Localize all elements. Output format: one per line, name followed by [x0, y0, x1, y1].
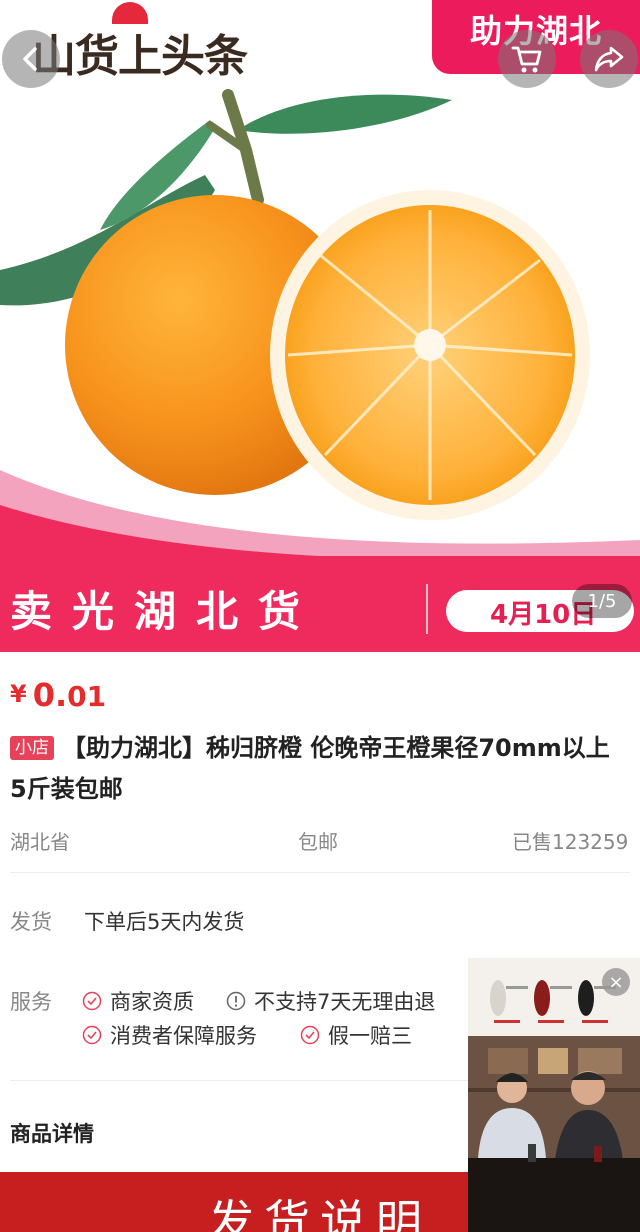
cart-button[interactable]	[498, 30, 556, 88]
product-title-block: 小店 【助力湖北】秭归脐橙 伦晚帝王橙果径70mm以上 5斤装包邮	[10, 728, 610, 810]
service-label: 服务	[10, 990, 52, 1014]
price-integer: 0.	[32, 676, 68, 714]
product-title: 【助力湖北】秭归脐橙 伦晚帝王橙果径70mm以上 5斤装包邮	[10, 734, 610, 803]
check-circle-icon	[82, 1025, 102, 1045]
service-item-label: 假一赔三	[328, 1024, 412, 1048]
back-button[interactable]	[2, 30, 60, 88]
brand-logo: 山货上头条	[32, 31, 248, 82]
price-currency: ¥	[10, 680, 27, 708]
back-icon	[23, 47, 37, 71]
sold-count: 已售123259	[512, 830, 629, 854]
service-item: 消费者保障服务	[82, 1020, 257, 1050]
product-details-heading: 商品详情	[10, 1122, 94, 1146]
shop-tag-badge: 小店	[10, 736, 54, 760]
shipping-label: 发货	[10, 910, 52, 934]
service-item-label: 消费者保障服务	[110, 1024, 257, 1048]
service-item-label: 商家资质	[110, 990, 194, 1014]
service-item: 假一赔三	[300, 1020, 412, 1050]
service-item-label: 不支持7天无理由退	[254, 990, 436, 1014]
orange-product-photo	[0, 89, 640, 652]
product-origin: 湖北省	[10, 830, 70, 854]
service-item: 商家资质	[82, 986, 194, 1016]
detail-banner-text: 发货说明	[208, 1195, 432, 1232]
cart-icon	[511, 46, 542, 73]
check-circle-icon	[82, 991, 102, 1011]
check-circle-icon	[300, 1025, 320, 1045]
video-frame	[468, 958, 640, 1232]
info-circle-icon	[226, 991, 246, 1011]
slogan-text: 卖光湖北货	[10, 587, 321, 636]
product-image-carousel[interactable]: 山货上头条 助力湖北 卖光湖北货 4月10日 1/5	[0, 0, 640, 652]
close-video-button[interactable]: ×	[602, 968, 630, 996]
image-counter: 1/5	[572, 584, 632, 618]
shipping-fee: 包邮	[298, 830, 338, 854]
price-decimal: 01	[67, 680, 107, 713]
service-item: 不支持7天无理由退	[226, 986, 435, 1016]
slogan-divider	[426, 584, 428, 634]
share-icon	[594, 46, 624, 72]
floating-live-video[interactable]	[468, 958, 640, 1232]
divider	[10, 872, 630, 873]
share-button[interactable]	[580, 30, 638, 88]
shipping-value: 下单后5天内发货	[84, 910, 245, 934]
product-price: ¥0.01	[10, 676, 106, 714]
